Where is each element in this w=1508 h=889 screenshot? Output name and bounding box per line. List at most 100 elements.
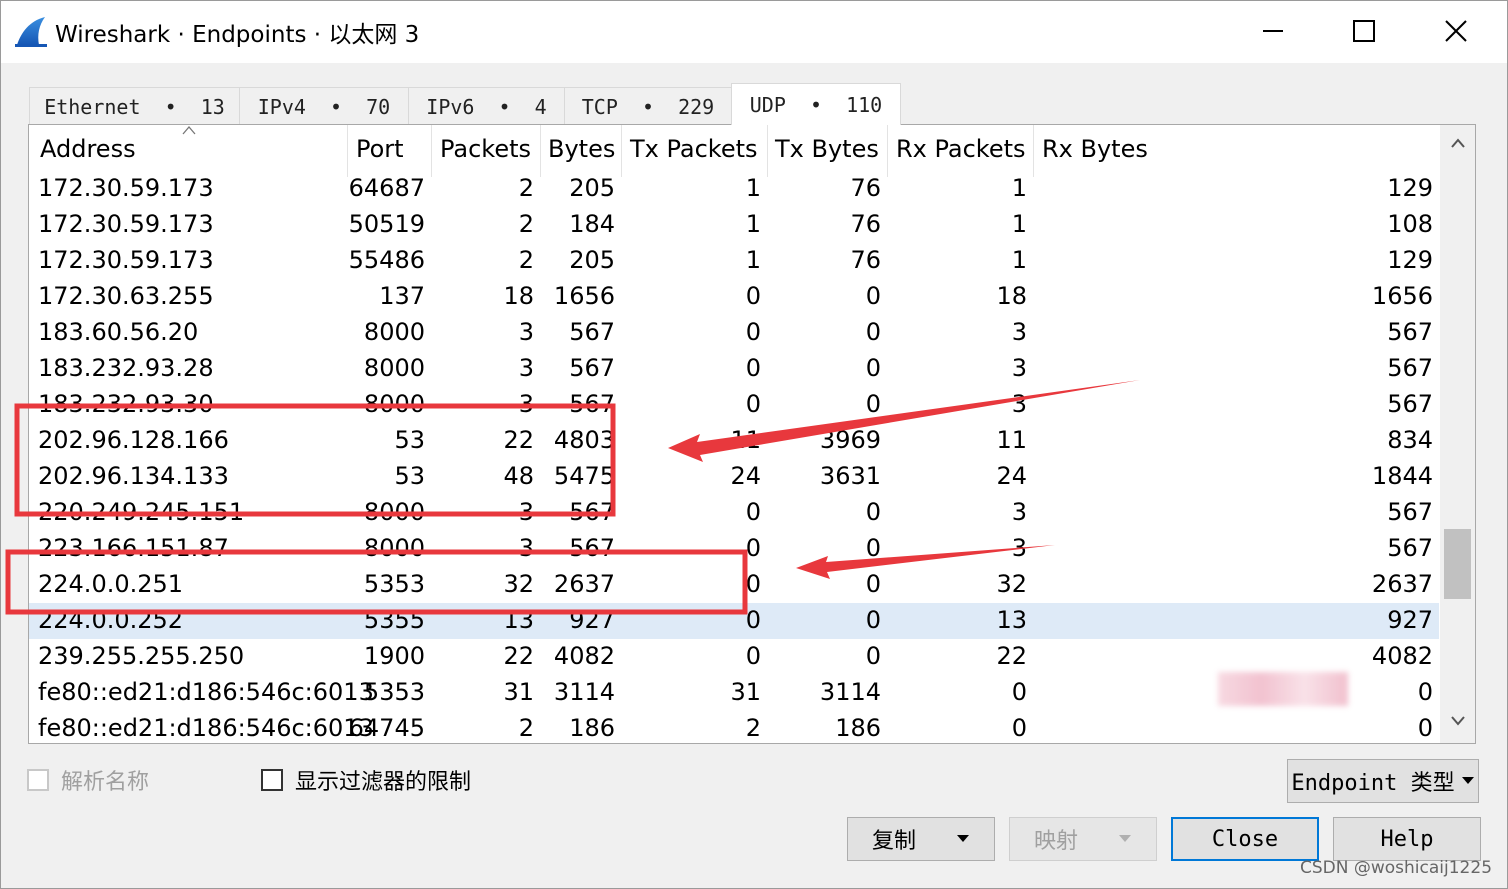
close-button[interactable]: Close — [1171, 817, 1319, 861]
cell-rx-packets: 32 — [996, 570, 1027, 598]
cell-rx-bytes: 1844 — [1371, 462, 1433, 490]
vertical-scrollbar[interactable] — [1440, 125, 1475, 743]
cell-tx-packets: 31 — [730, 678, 761, 706]
table-row[interactable]: fe80::ed21:d186:546c:6013 64745 2 186 2 186 0 0 — [29, 711, 1439, 743]
cell-rx-bytes: 1656 — [1371, 282, 1433, 310]
cell-port: 8000 — [363, 318, 425, 346]
cell-tx-bytes: 0 — [865, 354, 881, 382]
column-divider[interactable] — [887, 125, 888, 177]
column-divider[interactable] — [767, 125, 768, 177]
resolve-names-option[interactable]: 解析名称 — [27, 765, 149, 795]
scroll-down-button[interactable] — [1440, 703, 1475, 739]
cell-rx-bytes: 0 — [1417, 678, 1433, 706]
cell-tx-packets: 0 — [745, 534, 761, 562]
table-row[interactable]: 224.0.0.252 5355 13 927 0 0 13 927 — [29, 603, 1439, 639]
table-row[interactable]: 172.30.59.173 64687 2 205 1 76 1 129 — [29, 171, 1439, 207]
cell-port: 8000 — [363, 354, 425, 382]
column-header-rx-bytes[interactable]: Rx Bytes — [1042, 135, 1148, 163]
tab-ipv4[interactable]: IPv4 • 70 — [239, 87, 409, 125]
cell-tx-bytes: 0 — [865, 390, 881, 418]
tab-udp[interactable]: UDP • 110 — [731, 83, 901, 125]
cell-bytes: 1656 — [553, 282, 615, 310]
table-row[interactable]: 202.96.134.133 53 48 5475 24 3631 24 1844 — [29, 459, 1439, 495]
copy-label: 复制 — [871, 829, 916, 854]
scroll-up-button[interactable] — [1440, 125, 1475, 161]
cell-rx-bytes: 567 — [1387, 534, 1433, 562]
table-row[interactable]: 172.30.59.173 55486 2 205 1 76 1 129 — [29, 243, 1439, 279]
table-row[interactable]: 172.30.63.255 137 18 1656 0 0 18 1656 — [29, 279, 1439, 315]
column-divider[interactable] — [621, 125, 622, 177]
cell-rx-packets: 3 — [1011, 318, 1027, 346]
endpoint-type-button[interactable]: Endpoint 类型 — [1287, 759, 1479, 803]
cell-bytes: 567 — [569, 534, 615, 562]
limit-to-filter-option[interactable]: 显示过滤器的限制 — [261, 765, 471, 795]
cell-address: fe80::ed21:d186:546c:6013 — [38, 714, 374, 742]
cell-rx-packets: 3 — [1011, 390, 1027, 418]
help-button[interactable]: Help — [1333, 817, 1481, 861]
map-button[interactable]: 映射 — [1009, 817, 1157, 861]
scroll-up-icon — [1450, 138, 1465, 148]
limit-to-filter-checkbox[interactable] — [261, 769, 283, 791]
column-header-port[interactable]: Port — [356, 135, 404, 163]
tab-ethernet[interactable]: Ethernet • 13 — [29, 87, 240, 125]
cell-rx-bytes: 927 — [1387, 606, 1433, 634]
column-header-tx-bytes[interactable]: Tx Bytes — [775, 135, 879, 163]
cell-port: 50519 — [348, 210, 425, 238]
dropdown-arrow-icon — [1461, 777, 1474, 784]
cell-rx-packets: 1 — [1011, 210, 1027, 238]
cell-tx-bytes: 3114 — [819, 678, 881, 706]
cell-address: 183.60.56.20 — [38, 318, 199, 346]
tab-ipv6[interactable]: IPv6 • 4 — [408, 87, 565, 125]
tab-tcp[interactable]: TCP • 229 — [564, 87, 732, 125]
cell-bytes: 4803 — [553, 426, 615, 454]
endpoints-table[interactable]: Address Port Packets Bytes Tx Packets Tx… — [28, 124, 1476, 744]
column-divider[interactable] — [431, 125, 432, 177]
table-row[interactable]: 202.96.128.166 53 22 4803 11 3969 11 834 — [29, 423, 1439, 459]
table-row[interactable]: 224.0.0.251 5353 32 2637 0 0 32 2637 — [29, 567, 1439, 603]
minimize-button[interactable] — [1243, 9, 1303, 53]
cell-port: 64687 — [348, 174, 425, 202]
cell-address: 183.232.93.30 — [38, 390, 214, 418]
cell-tx-packets: 24 — [730, 462, 761, 490]
table-row[interactable]: 183.232.93.28 8000 3 567 0 0 3 567 — [29, 351, 1439, 387]
cell-tx-bytes: 3969 — [819, 426, 881, 454]
table-row[interactable]: 220.249.245.151 8000 3 567 0 0 3 567 — [29, 495, 1439, 531]
cell-rx-packets: 3 — [1011, 498, 1027, 526]
window-title: Wireshark · Endpoints · 以太网 3 — [55, 22, 420, 48]
cell-port: 137 — [379, 282, 425, 310]
table-row[interactable]: 172.30.59.173 50519 2 184 1 76 1 108 — [29, 207, 1439, 243]
cell-bytes: 567 — [569, 498, 615, 526]
column-divider[interactable] — [540, 125, 541, 177]
close-icon — [1445, 20, 1467, 42]
column-header-rx-packets[interactable]: Rx Packets — [896, 135, 1026, 163]
column-header-packets[interactable]: Packets — [440, 135, 531, 163]
cell-port: 5353 — [363, 678, 425, 706]
cell-address: 202.96.128.166 — [38, 426, 229, 454]
column-header-bytes[interactable]: Bytes — [548, 135, 615, 163]
cell-port: 8000 — [363, 390, 425, 418]
column-header-tx-packets[interactable]: Tx Packets — [630, 135, 758, 163]
table-row[interactable]: 239.255.255.250 1900 22 4082 0 0 22 4082 — [29, 639, 1439, 675]
cell-tx-packets: 0 — [745, 354, 761, 382]
resolve-names-checkbox[interactable] — [27, 769, 49, 791]
cell-packets: 2 — [518, 714, 534, 742]
table-row[interactable]: 183.232.93.30 8000 3 567 0 0 3 567 — [29, 387, 1439, 423]
cell-address: 223.166.151.87 — [38, 534, 229, 562]
cell-rx-packets: 22 — [996, 642, 1027, 670]
copy-button[interactable]: 复制 — [847, 817, 995, 861]
column-divider[interactable] — [347, 125, 348, 177]
cell-packets: 32 — [503, 570, 534, 598]
scroll-thumb[interactable] — [1444, 529, 1471, 600]
cell-packets: 2 — [518, 210, 534, 238]
column-header-address[interactable]: Address — [40, 135, 136, 163]
table-row[interactable]: 183.60.56.20 8000 3 567 0 0 3 567 — [29, 315, 1439, 351]
column-divider[interactable] — [1033, 125, 1034, 177]
cell-bytes: 3114 — [553, 678, 615, 706]
cell-address: 224.0.0.252 — [38, 606, 184, 634]
cell-packets: 13 — [503, 606, 534, 634]
table-row[interactable]: 223.166.151.87 8000 3 567 0 0 3 567 — [29, 531, 1439, 567]
maximize-button[interactable] — [1334, 9, 1394, 53]
close-window-button[interactable] — [1426, 9, 1486, 53]
cell-bytes: 567 — [569, 318, 615, 346]
cell-rx-bytes: 129 — [1387, 174, 1433, 202]
